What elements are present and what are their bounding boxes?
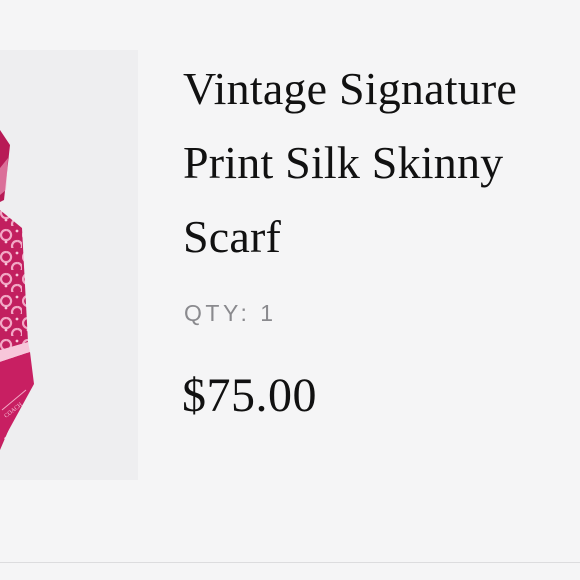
product-image[interactable]: COACH [0,50,138,480]
product-price: $75.00 [182,369,317,422]
qty-label: QTY: [184,300,251,326]
scarf-image: COACH [0,130,34,450]
qty-value: 1 [260,300,274,326]
product-title[interactable]: Vintage Signature Print Silk Skinny Scar… [183,52,575,274]
quantity-display: QTY: 1 [184,300,273,327]
divider [0,562,580,563]
product-card: COACH Vintage Signature Print Silk Skinn… [0,0,580,580]
